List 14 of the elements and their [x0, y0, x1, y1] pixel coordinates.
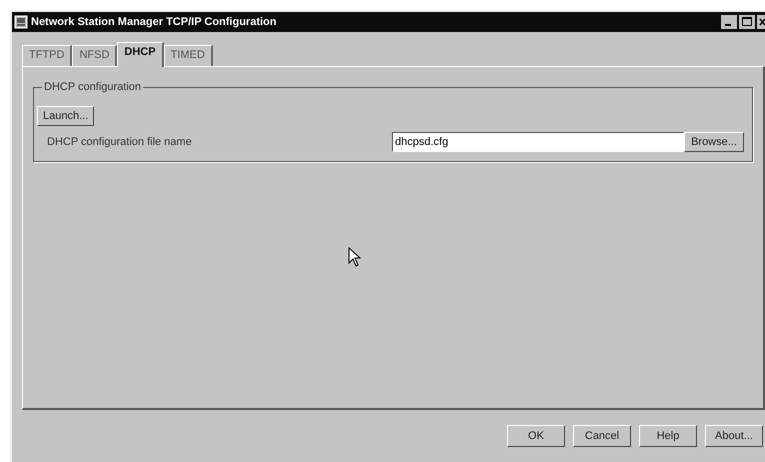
group-title: DHCP configuration	[42, 81, 144, 93]
launch-button[interactable]: Launch...	[37, 106, 94, 126]
field-label: DHCP configuration file name	[46, 136, 193, 148]
tab[interactable]: DHCP	[117, 42, 164, 67]
tab[interactable]: NFSD	[72, 45, 118, 66]
file-name-field[interactable]: dhcpsd.cfg	[392, 132, 684, 152]
window-title: Network Station Manager TCP/IP Configuration	[31, 16, 278, 28]
tab[interactable]: TFTPD	[22, 45, 72, 66]
dialog-button[interactable]: About...	[705, 425, 763, 447]
browse-button[interactable]: Browse...	[684, 132, 744, 152]
dialog-button[interactable]: Cancel	[573, 425, 631, 447]
dialog-button[interactable]: Help	[639, 425, 697, 447]
tab[interactable]: TIMED	[164, 45, 213, 66]
dialog-button[interactable]: OK	[507, 425, 565, 447]
